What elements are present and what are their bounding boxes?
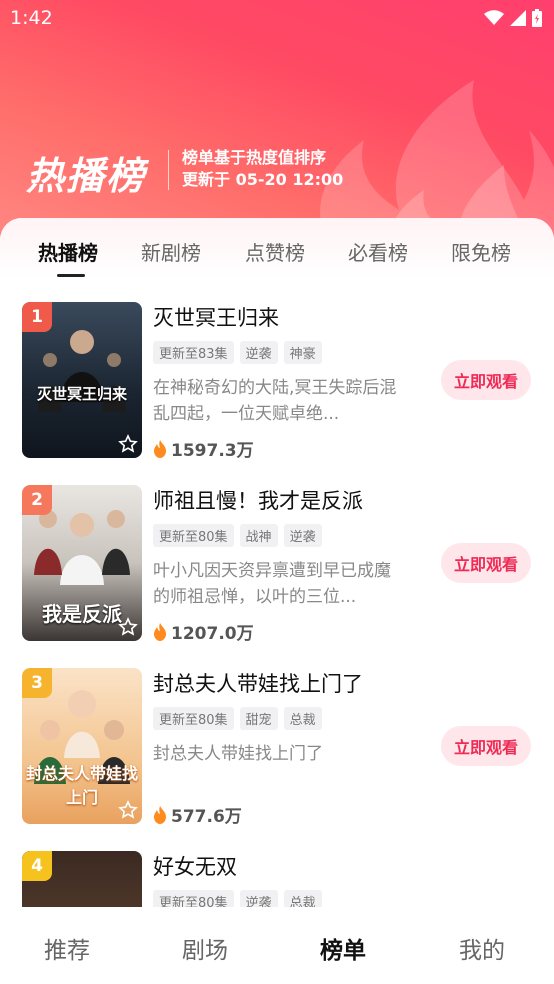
list-item[interactable]: 1 灭世冥王归来 灭世冥王归来 更新至83集 逆袭 神豪 在神秘奇幻的大陆,冥王… (0, 302, 554, 472)
ranking-tabs: 热播榜 新剧榜 点赞榜 必看榜 限免榜 (0, 218, 554, 280)
active-tab-indicator (57, 274, 85, 277)
rank-badge: 2 (22, 485, 52, 515)
heat-count: 577.6万 (171, 807, 242, 827)
poster-image[interactable]: 1 灭世冥王归来 (22, 302, 142, 458)
nav-recommend[interactable]: 推荐 (44, 931, 90, 965)
genre-tag: 逆袭 (239, 341, 278, 364)
tab-free[interactable]: 限免榜 (451, 237, 511, 266)
watch-now-button[interactable]: 立即观看 (441, 543, 531, 583)
bottom-navigation: 推荐 剧场 榜单 我的 (0, 907, 554, 984)
tag-list: 更新至80集 战神 逆袭 (153, 524, 322, 547)
drama-title[interactable]: 封总夫人带娃找上门了 (153, 668, 363, 698)
watch-now-button[interactable]: 立即观看 (441, 726, 531, 766)
signal-icon (510, 10, 526, 26)
heat-value: 577.6万 (153, 802, 242, 827)
drama-title[interactable]: 灭世冥王归来 (153, 302, 279, 332)
drama-description: 叶小凡因天资异禀遭到早已成魔的师祖忌惮，以叶的三位... (153, 561, 391, 607)
heat-value: 1207.0万 (153, 619, 254, 644)
list-item[interactable]: 3 封总夫人带娃找上门 封总夫人带娃找上门了 更新至80集 甜宠 总裁 封总夫人… (0, 668, 554, 838)
update-time-text: 更新于 05-20 12:00 (182, 170, 344, 189)
nav-theater[interactable]: 剧场 (182, 931, 228, 965)
tag-list: 更新至80集 甜宠 总裁 (153, 707, 322, 730)
genre-tag: 战神 (239, 524, 278, 547)
flame-icon (154, 622, 166, 641)
drama-title[interactable]: 好女无双 (153, 851, 237, 881)
nav-ranking[interactable]: 榜单 (320, 931, 366, 965)
ranking-rule-text: 榜单基于热度值排序 (182, 148, 327, 167)
favorite-star-icon[interactable] (118, 617, 138, 637)
status-time: 1:42 (10, 7, 53, 29)
genre-tag: 逆袭 (283, 524, 322, 547)
tab-hot[interactable]: 热播榜 (38, 237, 98, 266)
episode-tag: 更新至80集 (153, 707, 234, 730)
title-divider (168, 150, 169, 190)
nav-profile[interactable]: 我的 (459, 931, 505, 965)
rank-badge: 3 (22, 668, 52, 698)
drama-description: 封总夫人带娃找上门了 (153, 744, 323, 764)
poster-image[interactable]: 3 封总夫人带娃找上门 (22, 668, 142, 824)
heat-count: 1597.3万 (171, 441, 254, 461)
poster-title: 灭世冥王归来 (36, 385, 127, 403)
status-bar: 1:42 (0, 0, 554, 38)
poster-image[interactable]: 2 我是反派 (22, 485, 142, 641)
page-title: 热播榜 (26, 154, 147, 198)
tab-must-watch[interactable]: 必看榜 (348, 237, 408, 266)
ranking-description: 榜单基于热度值排序 更新于 05-20 12:00 (182, 147, 343, 191)
drama-title[interactable]: 师祖且慢！我才是反派 (153, 485, 363, 515)
heat-count: 1207.0万 (171, 624, 254, 644)
genre-tag: 神豪 (283, 341, 322, 364)
episode-tag: 更新至80集 (153, 524, 234, 547)
list-item[interactable]: 4 好女无双 更新至80集 逆袭 总裁 (0, 851, 554, 911)
wifi-icon (484, 10, 504, 25)
tab-likes[interactable]: 点赞榜 (245, 237, 305, 266)
favorite-star-icon[interactable] (118, 434, 138, 454)
flame-icon (154, 805, 166, 824)
tab-new[interactable]: 新剧榜 (141, 237, 201, 266)
favorite-star-icon[interactable] (118, 800, 138, 820)
drama-description: 在神秘奇幻的大陆,冥王失踪后混乱四起，一位天赋卓绝... (153, 378, 397, 424)
rank-badge: 4 (22, 851, 52, 881)
ranking-panel: 热播榜 新剧榜 点赞榜 必看榜 限免榜 1 灭世冥王归来 灭世冥王归来 更新至8… (0, 218, 554, 918)
rank-badge: 1 (22, 302, 52, 332)
genre-tag: 总裁 (283, 707, 322, 730)
flame-icon (154, 439, 166, 458)
watch-now-button[interactable]: 立即观看 (441, 360, 531, 400)
tag-list: 更新至83集 逆袭 神豪 (153, 341, 322, 364)
battery-icon (532, 9, 542, 27)
episode-tag: 更新至83集 (153, 341, 234, 364)
genre-tag: 甜宠 (239, 707, 278, 730)
list-item[interactable]: 2 我是反派 师祖且慢！我才是反派 更新至80集 战神 逆袭 叶小凡因天资异禀遭… (0, 485, 554, 655)
heat-value: 1597.3万 (153, 436, 254, 461)
poster-image[interactable]: 4 (22, 851, 142, 911)
